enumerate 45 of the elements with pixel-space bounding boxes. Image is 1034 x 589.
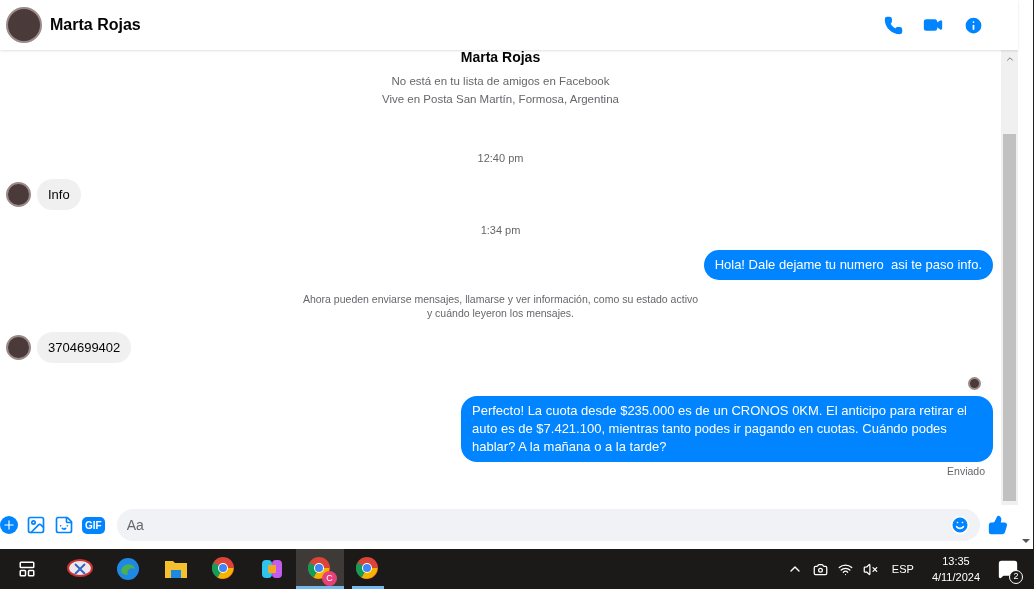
muted-speaker-icon[interactable] (862, 561, 878, 577)
browser-icon (355, 556, 381, 582)
ribbon-icon (260, 557, 284, 581)
incoming-message: Info (37, 178, 81, 210)
camera-icon[interactable] (812, 561, 828, 577)
call-icon[interactable] (884, 15, 903, 35)
profile-badge: C (322, 571, 337, 586)
timestamp: 12:40 pm (477, 151, 524, 166)
add-icon[interactable] (0, 516, 18, 534)
notice-text: Ahora pueden enviarse mensajes, llamarse y ver información, como su estado activo y cuándo leyeron los mensajes. (302, 292, 699, 320)
incoming-message: 3704699402 (37, 332, 132, 363)
profile-name: Marta Rojas (460, 49, 541, 65)
photo-icon[interactable] (26, 515, 46, 535)
scroll-up-icon[interactable] (1004, 54, 1015, 64)
info-icon[interactable] (963, 14, 984, 36)
clock-date[interactable]: 4/11/2024 (931, 569, 980, 585)
scroll-down-icon[interactable] (1021, 539, 1030, 543)
contact-avatar (6, 7, 42, 43)
message-field[interactable]: Aa (116, 509, 980, 541)
language-indicator[interactable]: ESP (891, 560, 914, 578)
taskbar-app[interactable]: C (296, 549, 344, 589)
browser-icon (307, 556, 333, 582)
like-icon[interactable] (988, 515, 1008, 535)
folder-icon (164, 559, 188, 579)
outgoing-message: Perfecto! La cuota desde $235.000 es de un CRONOS 0KM. El anticipo para retirar el auto es de $7.421.100, mientras tanto podes ir pagando en cuotas. Cuándo podes hablar? A la mañana o a la tarde? (461, 396, 993, 462)
avatar (6, 335, 31, 360)
task-view-icon[interactable] (18, 560, 36, 578)
wifi-icon[interactable] (837, 561, 853, 577)
emoji-icon[interactable] (950, 515, 970, 535)
avatar (6, 181, 31, 207)
scrollbar[interactable] (1001, 50, 1018, 505)
profile-info: No está en tu lista de amigos en Facebook (391, 74, 610, 88)
profile-info: Vive en Posta San Martín, Formosa, Argentina (382, 92, 619, 106)
message-input[interactable]: Aa (126, 514, 950, 536)
outgoing-message: Hola! Dale dejame tu numero asi te paso info. (703, 250, 993, 280)
seen-avatar (968, 377, 981, 390)
gif-button[interactable]: GIF (82, 516, 105, 534)
notification-count: 2 (1009, 570, 1023, 584)
wave-icon (116, 557, 140, 581)
browser-icon (211, 556, 237, 582)
timestamp: 1:34 pm (480, 222, 521, 238)
sticker-icon[interactable] (54, 515, 74, 535)
contact-name[interactable]: Marta Rojas (50, 13, 141, 37)
status-text: Enviado (947, 465, 985, 478)
clock-time[interactable]: 13:35 (942, 553, 970, 569)
